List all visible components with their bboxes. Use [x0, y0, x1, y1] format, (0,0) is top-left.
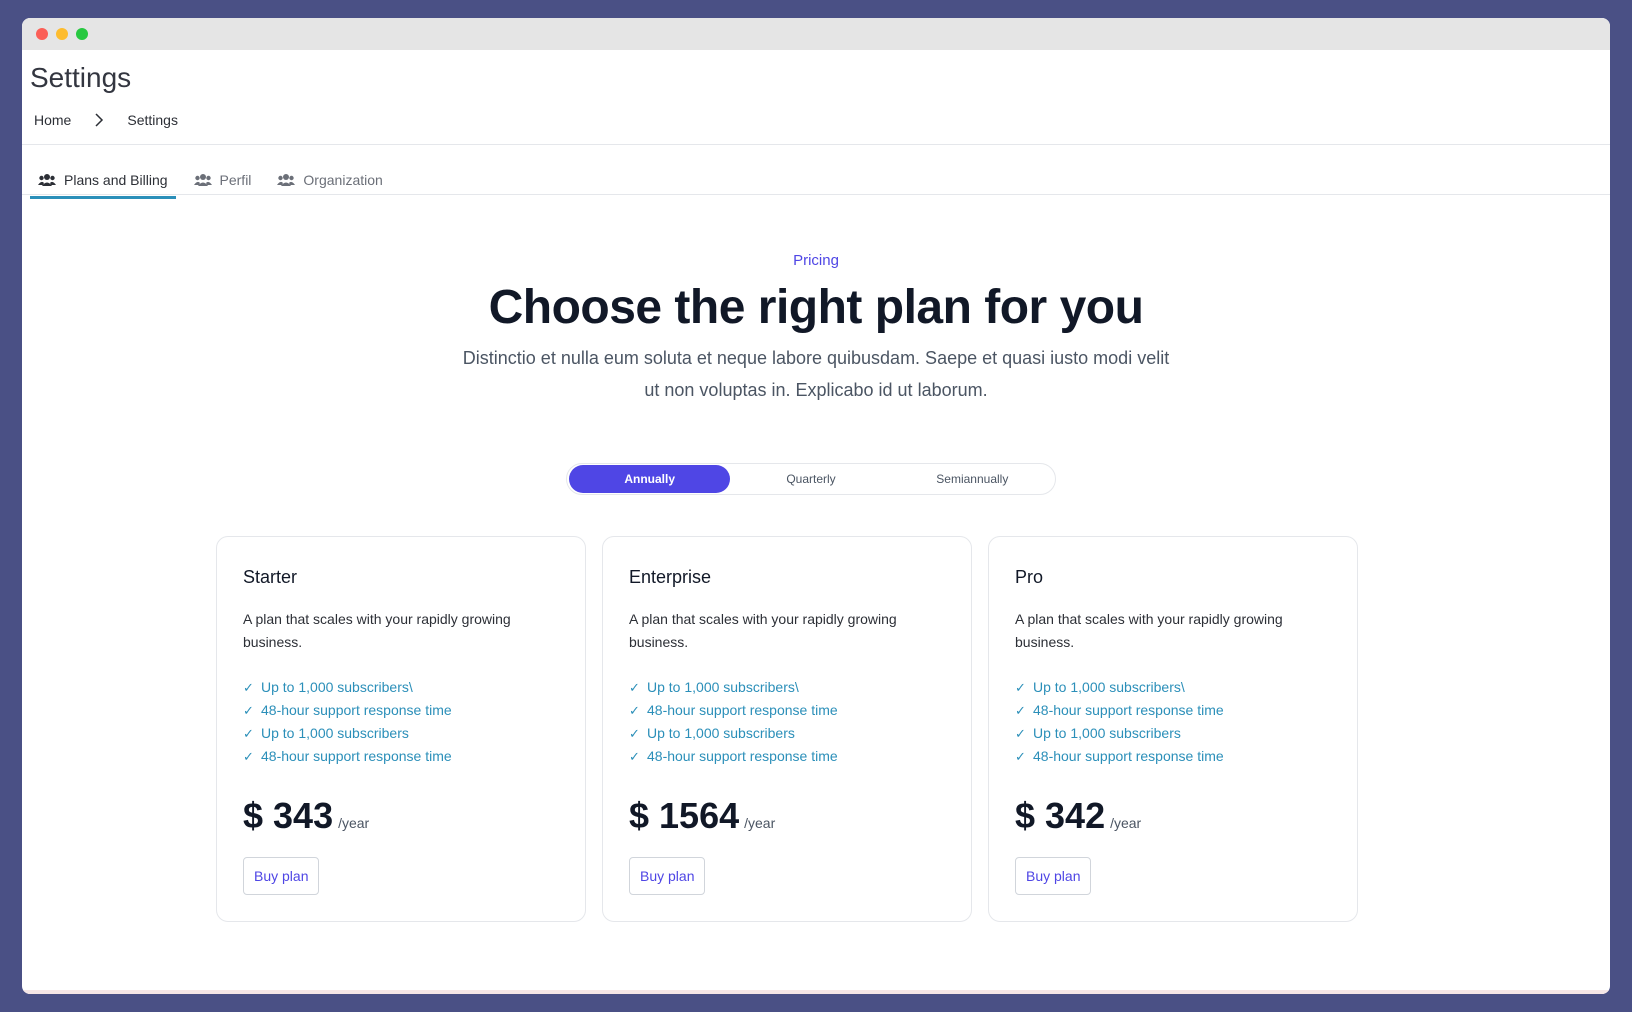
plan-period: /year: [1110, 815, 1142, 831]
users-icon: [193, 174, 212, 186]
check-icon: ✓: [243, 703, 254, 718]
plan-card-pro: Pro A plan that scales with your rapidly…: [988, 536, 1358, 922]
plan-features: ✓ Up to 1,000 subscribers\ ✓ 48-hour suppo…: [629, 676, 945, 768]
header-divider: [22, 144, 1610, 145]
tab-label: Plans and Billing: [64, 172, 168, 188]
plan-cards: Starter A plan that scales with your rap…: [216, 536, 1358, 922]
feature-item: ✓ Up to 1,000 subscribers\: [629, 676, 945, 699]
plan-features: ✓ Up to 1,000 subscribers\ ✓ 48-hour suppo…: [1015, 676, 1331, 768]
tabs-divider: [22, 194, 1610, 195]
feature-text: Up to 1,000 subscribers\: [261, 679, 413, 695]
pricing-subtitle: Distinctio et nulla eum soluta et neque …: [462, 348, 1170, 400]
feature-item: ✓ Up to 1,000 subscribers\: [243, 676, 559, 699]
app-window: Settings Home Settings Plans and Billing…: [22, 18, 1610, 994]
close-window-button[interactable]: [36, 28, 48, 40]
plan-card-enterprise: Enterprise A plan that scales with your …: [602, 536, 972, 922]
toggle-quarterly[interactable]: Quarterly: [730, 465, 891, 493]
toggle-semiannually[interactable]: Semiannually: [892, 465, 1053, 493]
plan-features: ✓ Up to 1,000 subscribers\ ✓ 48-hour suppo…: [243, 676, 559, 768]
breadcrumb: Home Settings: [34, 112, 178, 128]
breadcrumb-current: Settings: [127, 112, 178, 128]
plan-description: A plan that scales with your rapidly gro…: [243, 611, 511, 650]
users-icon: [38, 174, 56, 186]
check-icon: ✓: [629, 726, 640, 741]
feature-text: Up to 1,000 subscribers: [261, 725, 409, 741]
chevron-right-icon: [95, 113, 104, 127]
buy-plan-button[interactable]: Buy plan: [629, 857, 706, 895]
buy-plan-button[interactable]: Buy plan: [1015, 857, 1092, 895]
plan-price-row: $ 342 /year: [1015, 795, 1141, 837]
feature-text: 48-hour support response time: [1033, 702, 1224, 718]
page-title: Settings: [30, 62, 132, 93]
plan-name: Pro: [1015, 567, 1044, 587]
feature-item: ✓ 48-hour support response time: [243, 745, 559, 768]
feature-text: Up to 1,000 subscribers: [647, 725, 795, 741]
plan-description: A plan that scales with your rapidly gro…: [629, 611, 897, 650]
feature-text: 48-hour support response time: [647, 748, 838, 764]
plan-price: $ 343: [243, 795, 334, 836]
plan-price-row: $ 1564 /year: [629, 795, 775, 837]
bottom-strip: [22, 990, 1610, 994]
feature-text: 48-hour support response time: [1033, 748, 1224, 764]
maximize-window-button[interactable]: [76, 28, 88, 40]
feature-item: ✓ Up to 1,000 subscribers: [243, 722, 559, 745]
check-icon: ✓: [629, 749, 640, 764]
feature-item: ✓ Up to 1,000 subscribers: [629, 722, 945, 745]
feature-text: 48-hour support response time: [647, 702, 838, 718]
plan-period: /year: [744, 815, 776, 831]
check-icon: ✓: [1015, 680, 1026, 695]
settings-tabs: Plans and Billing Perfil Organization: [30, 162, 401, 214]
feature-text: Up to 1,000 subscribers\: [1033, 679, 1185, 695]
plan-name: Starter: [243, 567, 298, 587]
feature-item: ✓ Up to 1,000 subscribers\: [1015, 676, 1331, 699]
check-icon: ✓: [243, 680, 254, 695]
feature-text: 48-hour support response time: [261, 702, 452, 718]
tab-label: Perfil: [219, 172, 252, 188]
plan-card-starter: Starter A plan that scales with your rap…: [216, 536, 586, 922]
feature-item: ✓ 48-hour support response time: [1015, 699, 1331, 722]
breadcrumb-home[interactable]: Home: [34, 112, 71, 128]
check-icon: ✓: [1015, 703, 1026, 718]
billing-period-toggle: Annually Quarterly Semiannually: [566, 463, 1056, 495]
feature-text: Up to 1,000 subscribers: [1033, 725, 1181, 741]
minimize-window-button[interactable]: [56, 28, 68, 40]
check-icon: ✓: [629, 703, 640, 718]
feature-text: 48-hour support response time: [261, 748, 452, 764]
toggle-annually[interactable]: Annually: [569, 465, 731, 493]
tab-plans-and-billing[interactable]: Plans and Billing: [30, 162, 176, 199]
check-icon: ✓: [243, 726, 254, 741]
feature-item: ✓ 48-hour support response time: [1015, 745, 1331, 768]
feature-item: ✓ 48-hour support response time: [243, 699, 559, 722]
plan-price: $ 342: [1015, 795, 1106, 836]
plan-period: /year: [338, 815, 370, 831]
feature-item: ✓ 48-hour support response time: [629, 699, 945, 722]
check-icon: ✓: [1015, 726, 1026, 741]
feature-text: Up to 1,000 subscribers\: [647, 679, 799, 695]
pricing-headline: Choose the right plan for you: [488, 281, 1144, 334]
tab-label: Organization: [303, 172, 383, 188]
users-icon: [277, 174, 296, 186]
tab-perfil[interactable]: Perfil: [186, 162, 260, 198]
plan-price: $ 1564: [629, 795, 740, 836]
check-icon: ✓: [1015, 749, 1026, 764]
plan-price-row: $ 343 /year: [243, 795, 369, 837]
window-titlebar: [22, 18, 1610, 50]
buy-plan-button[interactable]: Buy plan: [243, 857, 320, 895]
tab-organization[interactable]: Organization: [269, 162, 390, 198]
plan-description: A plan that scales with your rapidly gro…: [1015, 611, 1283, 650]
pricing-eyebrow: Pricing: [793, 252, 839, 269]
feature-item: ✓ 48-hour support response time: [629, 745, 945, 768]
check-icon: ✓: [629, 680, 640, 695]
plan-name: Enterprise: [629, 567, 712, 587]
check-icon: ✓: [243, 749, 254, 764]
feature-item: ✓ Up to 1,000 subscribers: [1015, 722, 1331, 745]
